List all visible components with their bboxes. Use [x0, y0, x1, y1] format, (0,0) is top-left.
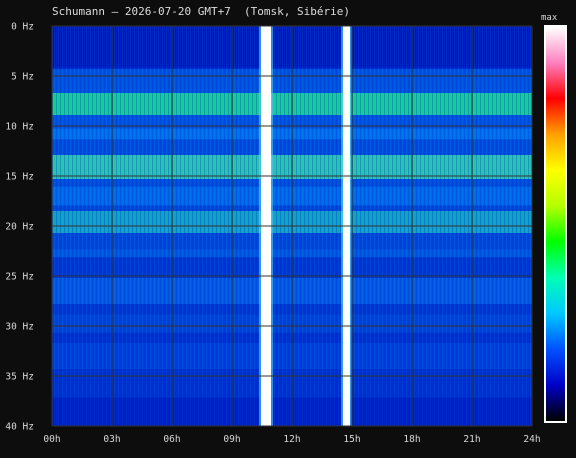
- y-tick-label: 40 Hz: [5, 422, 34, 433]
- x-tick-label: 15h: [343, 434, 360, 445]
- spectrogram-chart: 00h 03h 06h 09h 12h 15h 18h 21h 24h 0 Hz 5 Hz 10 H…: [5, 22, 567, 445]
- y-tick-label: 20 Hz: [5, 222, 34, 233]
- y-tick-label: 15 Hz: [5, 172, 34, 183]
- y-tick-label: 25 Hz: [5, 272, 34, 283]
- x-tick-label: 00h: [43, 434, 60, 445]
- x-tick-label: 12h: [283, 434, 300, 445]
- x-axis-ticks: 00h 03h 06h 09h 12h 15h 18h 21h 24h: [43, 434, 540, 445]
- x-tick-label: 03h: [103, 434, 120, 445]
- colorbar: [546, 27, 565, 421]
- y-axis-ticks: 0 Hz 5 Hz 10 Hz 15 Hz 20 Hz 25 Hz 30 Hz 35 Hz 40…: [5, 22, 34, 433]
- x-tick-label: 18h: [403, 434, 420, 445]
- y-tick-label: 5 Hz: [11, 72, 34, 83]
- y-tick-label: 10 Hz: [5, 122, 34, 133]
- y-tick-label: 30 Hz: [5, 322, 34, 333]
- y-tick-label: 0 Hz: [11, 22, 34, 33]
- x-tick-label: 24h: [523, 434, 540, 445]
- x-tick-label: 06h: [163, 434, 180, 445]
- y-tick-label: 35 Hz: [5, 372, 34, 383]
- x-tick-label: 21h: [463, 434, 480, 445]
- x-tick-label: 09h: [223, 434, 240, 445]
